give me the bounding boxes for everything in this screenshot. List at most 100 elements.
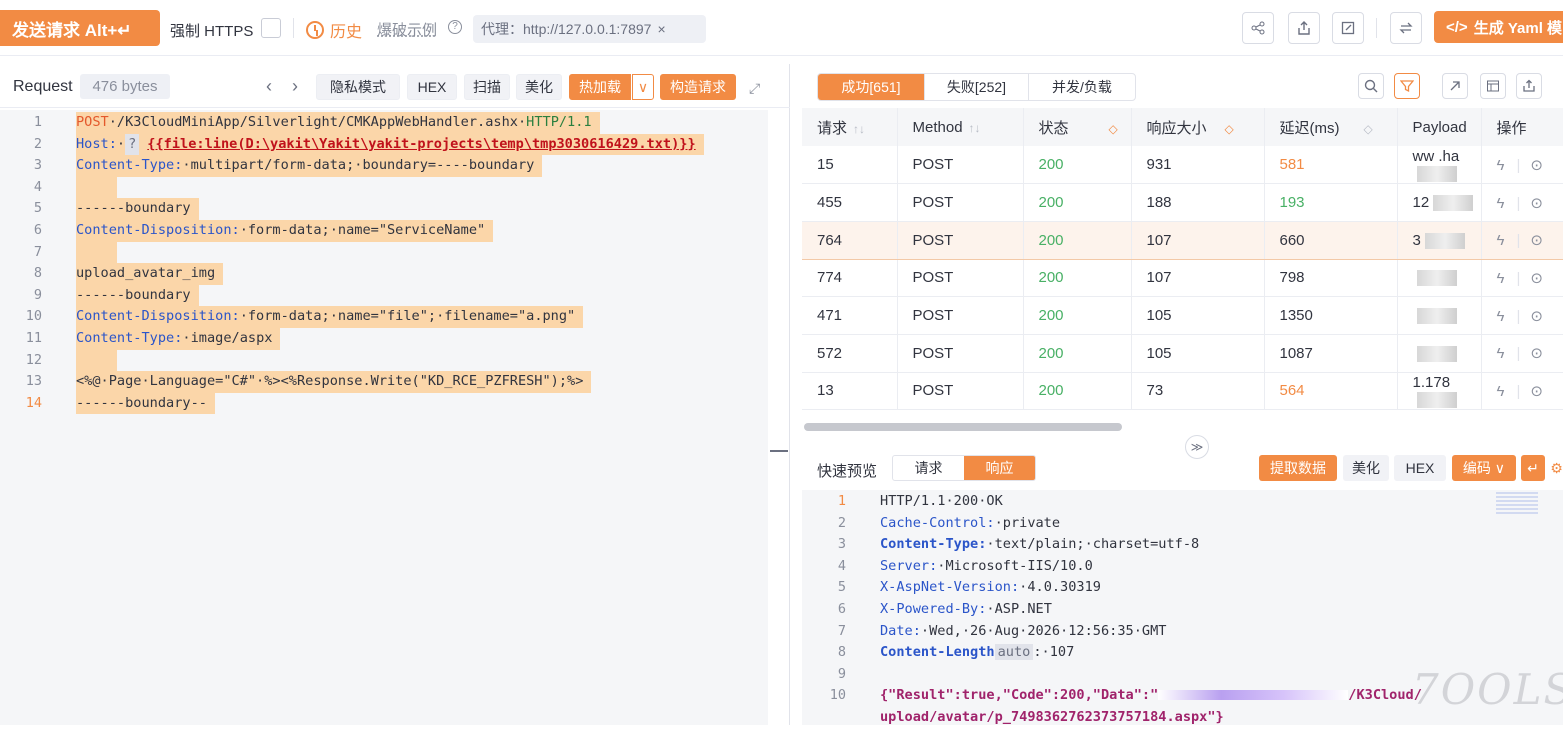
splitter-handle[interactable] [770,450,788,452]
table-settings-icon[interactable] [1480,73,1506,99]
chevron-left-icon[interactable]: ‹ [266,76,272,97]
help-icon[interactable]: ? [448,20,462,34]
filter-icon[interactable] [1394,73,1420,99]
tab-response[interactable]: 响应 [964,456,1035,480]
expand-icon[interactable]: ⤢ [749,80,765,96]
arrow-right-icon[interactable]: ⊙ [1530,308,1555,325]
column-header[interactable]: Payload [1397,108,1482,146]
sort-icon[interactable]: ↑↓ [969,121,981,135]
code-text: upload_avatar_img [76,263,224,285]
force-https-checkbox[interactable] [261,18,281,38]
arrow-right-icon[interactable]: ⊙ [1530,345,1555,362]
tab-failed[interactable]: 失败[252] [925,74,1029,100]
tab-concurrency[interactable]: 并发/负载 [1029,74,1135,100]
table-cell: 188 [1131,183,1265,222]
clear-icon[interactable] [1442,73,1468,99]
table-cell: 572 [802,334,898,373]
code-line: 11 Content-Type:·image/aspx [0,328,768,350]
history-button[interactable]: 历史 [306,18,362,42]
table-row[interactable]: 471 POST 200 105 1350 ϟ| ⊙ [802,296,1563,335]
arrow-right-icon[interactable]: ⊙ [1530,270,1555,287]
column-header[interactable]: 响应大小 ◇ [1131,108,1265,146]
code-text: Content-Type:·text/plain;·charset=utf-8 [880,536,1200,553]
hex-button[interactable]: HEX [1394,455,1446,481]
build-request-button[interactable]: 构造请求 [660,74,736,100]
export-icon[interactable] [1288,12,1320,44]
payload-cell: 1.178 [1397,372,1482,411]
extract-data-button[interactable]: 提取数据 [1259,455,1337,481]
line-number: 4 [33,178,42,195]
arrow-right-icon[interactable]: ⊙ [1530,157,1555,174]
code-line: 5 ------boundary [0,198,768,220]
table-row[interactable]: 572 POST 200 105 1087 ϟ| ⊙ [802,334,1563,373]
table-cell: POST [897,259,1024,298]
beautify-button[interactable]: 美化 [1343,455,1389,481]
blast-demo-link[interactable]: 爆破示例 [377,19,437,40]
table-cell: 107 [1131,220,1265,260]
table-row[interactable]: 15 POST 200 931 581 ww .ha ϟ| ⊙ [802,146,1563,185]
sort-icon[interactable]: ◇ [1109,122,1118,136]
code-text: Host:·? {{file:line(D:\yakit\Yakit\yakit-… [76,133,704,156]
code-text: Content-Disposition:·form-data;·name="fi… [76,306,584,328]
beautify-button[interactable]: 美化 [516,74,562,100]
column-header[interactable]: 状态 ◇ [1023,108,1132,146]
lightning-icon[interactable]: ϟ [1497,157,1517,174]
hot-load-button[interactable]: 热加载 [569,74,631,100]
chevron-down-icon[interactable]: ∨ [632,74,654,100]
table-row[interactable]: 13 POST 200 73 564 1.178 ϟ| ⊙ [802,372,1563,411]
line-number: 6 [33,222,42,238]
line-number: 14 [25,394,42,411]
lightning-icon[interactable]: ϟ [1497,232,1517,249]
table-cell: 200 [1023,220,1132,260]
table-row[interactable]: 774 POST 200 107 798 ϟ| ⊙ [802,259,1563,298]
code-text: Date:·Wed,·26·Aug·2026·12:56:35·GMT [880,622,1167,639]
edit-icon[interactable] [1332,12,1364,44]
sort-icon[interactable]: ◇ [1225,122,1234,136]
arrow-right-icon[interactable]: ⊙ [1530,232,1555,249]
column-header[interactable]: 请求 ↑↓ [802,108,898,146]
search-icon[interactable] [1358,73,1384,99]
sort-icon[interactable]: ↑↓ [853,122,865,136]
line-number: 2 [33,135,42,152]
lightning-icon[interactable]: ϟ [1497,270,1517,287]
hex-button[interactable]: HEX [407,74,457,100]
lightning-icon[interactable]: ϟ [1497,195,1517,212]
lightning-icon[interactable]: ϟ [1497,345,1517,362]
tab-success[interactable]: 成功[651] [818,74,925,100]
code-text: Server:·Microsoft-IIS/10.0 [880,557,1093,574]
close-icon[interactable]: × [657,21,665,37]
scan-button[interactable]: 扫描 [464,74,510,100]
code-line: 9 ------boundary [0,284,768,307]
send-request-button[interactable]: 发送请求 Alt+↵ [0,10,160,46]
column-header: 操作 [1481,108,1563,146]
tab-request[interactable]: 请求 [893,456,964,480]
arrow-right-icon[interactable]: ⊙ [1530,383,1555,400]
horizontal-scrollbar[interactable] [804,423,1122,431]
export-icon[interactable] [1516,73,1542,99]
results-panel: 成功[651] 失败[252] 并发/负载 请求 ↑↓ Method ↑↓ 状态 ◇ … [802,64,1563,725]
arrow-right-icon[interactable]: ⊙ [1530,195,1555,212]
table-row[interactable]: 764 POST 200 107 660 3 ϟ| ⊙ [802,220,1563,260]
column-header[interactable]: Method ↑↓ [897,108,1024,146]
table-row[interactable]: 455 POST 200 188 193 12 ϟ| ⊙ [802,183,1563,222]
code-line: 12 [0,349,768,372]
table-cell: POST [897,334,1024,373]
share-icon[interactable] [1242,12,1274,44]
gear-icon[interactable]: ⚙ [1550,455,1563,481]
request-editor[interactable]: 1 POST·/K3CloudMiniApp/Silverlight/CMKApp… [0,110,768,725]
action-cell: ϟ| ⊙ [1481,334,1563,373]
lightning-icon[interactable]: ϟ [1497,308,1517,325]
swap-icon[interactable] [1390,12,1422,44]
chevron-right-icon[interactable]: › [292,76,298,97]
table-cell: 15 [802,146,898,185]
privacy-mode-button[interactable]: 隐私模式 [316,74,400,100]
column-header[interactable]: 延迟(ms) ◇ [1264,108,1398,146]
sort-icon[interactable]: ◇ [1364,122,1373,136]
line-number: 10 [829,687,846,704]
line-number: 9 [33,286,42,303]
generate-yaml-button[interactable]: </> 生成 Yaml 模 [1434,11,1563,43]
wrap-icon[interactable]: ↵ [1521,455,1545,481]
lightning-icon[interactable]: ϟ [1497,383,1517,400]
redacted-mask [1424,232,1465,249]
encode-dropdown[interactable]: 编码 ∨ [1452,455,1516,481]
